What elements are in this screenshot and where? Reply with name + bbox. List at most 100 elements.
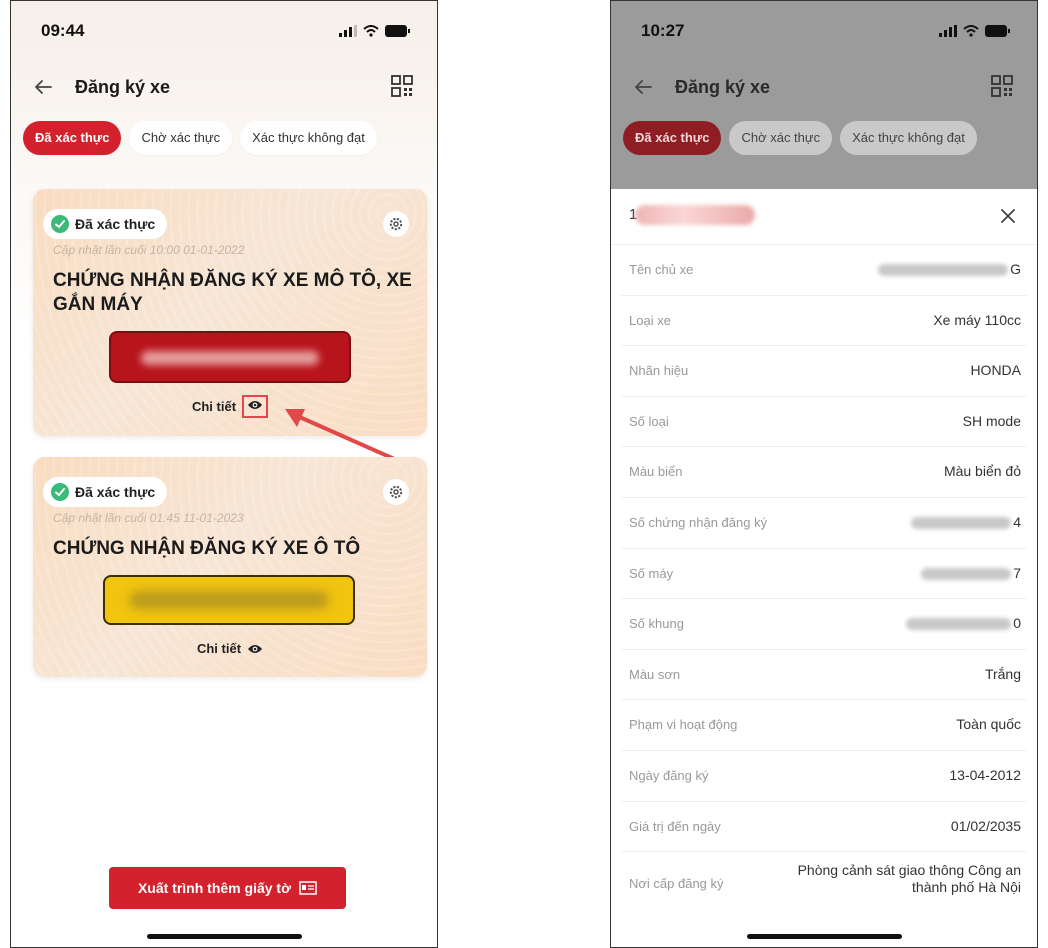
page-title: Đăng ký xe — [75, 77, 171, 97]
row-value: 7 — [921, 565, 1021, 581]
status-bar: 10:27 — [611, 19, 1037, 45]
row-label: Số chứng nhận đăng ký — [629, 514, 768, 530]
car-registration-card[interactable]: Đã xác thực Cập nhật lần cuối 01:45 11-0… — [33, 457, 427, 677]
status-tabs: Đã xác thực Chờ xác thực Xác thực không … — [623, 121, 977, 155]
row-value-text: 4 — [1013, 513, 1021, 530]
eye-icon[interactable] — [247, 643, 263, 655]
detail-row-engine-no: Số máy 7 — [621, 549, 1027, 600]
app-bar: Đăng ký xe — [11, 71, 437, 107]
row-label: Số máy — [629, 565, 674, 581]
detail-row-vehicle-type: Loại xe Xe máy 110cc — [621, 296, 1027, 347]
row-value: 0 — [906, 615, 1021, 631]
license-plate-redacted — [109, 331, 351, 383]
detail-link[interactable]: Chi tiết — [33, 641, 427, 656]
qr-code-icon[interactable] — [391, 75, 413, 97]
settings-gear-icon[interactable] — [383, 479, 409, 505]
check-circle-icon — [51, 215, 69, 233]
battery-icon — [385, 25, 410, 37]
row-label: Tên chủ xe — [629, 262, 694, 277]
tab-failed[interactable]: Xác thực không đạt — [240, 121, 377, 155]
status-time: 10:27 — [641, 21, 685, 40]
tab-failed[interactable]: Xác thực không đạt — [840, 121, 977, 155]
tab-verified[interactable]: Đã xác thực — [23, 121, 122, 155]
detail-eye-highlight — [242, 395, 269, 418]
detail-row-chassis-no: Số khung 0 — [621, 599, 1027, 650]
page-title: Đăng ký xe — [675, 77, 771, 97]
row-value-text: 7 — [1013, 564, 1021, 581]
row-value-text: 0 — [1013, 615, 1021, 632]
detail-row-issuing-authority: Nơi cấp đăng ký Phòng cảnh sát giao thông… — [621, 852, 1027, 914]
close-icon[interactable] — [999, 207, 1017, 225]
row-label: Ngày đăng ký — [629, 767, 709, 783]
detail-bottom-sheet: 1 Tên chủ xe G Loại xe Xe máy 110cc Nhãn h… — [611, 189, 1037, 947]
card-title: CHỨNG NHẬN ĐĂNG KÝ XE Ô TÔ — [53, 538, 361, 559]
row-label: Màu biển — [629, 464, 683, 480]
export-label: Xuất trình thêm giấy tờ — [137, 880, 292, 896]
row-label: Số loại — [629, 413, 669, 429]
detail-row-owner: Tên chủ xe G — [621, 245, 1027, 296]
last-updated-text: Cập nhật lần cuối 01:45 11-01-2023 — [53, 511, 244, 525]
row-label: Nơi cấp đăng ký — [629, 876, 724, 892]
row-value: 01/02/2035 — [950, 817, 1021, 834]
verified-badge: Đã xác thực — [43, 477, 168, 507]
status-bar: 09:44 — [11, 19, 437, 45]
check-circle-icon — [51, 483, 69, 501]
sheet-header: 1 — [611, 189, 1037, 245]
row-value: HONDA — [970, 362, 1021, 379]
row-label: Số khung — [629, 616, 684, 632]
status-time: 09:44 — [41, 21, 85, 40]
qr-code-icon[interactable] — [991, 75, 1013, 97]
tab-pending[interactable]: Chờ xác thực — [729, 121, 833, 155]
tab-pending[interactable]: Chờ xác thực — [129, 121, 233, 155]
status-icons — [339, 25, 411, 37]
row-value: Trắng — [984, 665, 1021, 682]
card-title: CHỨNG NHẬN ĐĂNG KÝ XE MÔ TÔ, XE GẮN MÁY — [53, 270, 412, 315]
detail-row-scope: Phạm vi hoạt động Toàn quốc — [621, 700, 1027, 751]
home-indicator — [747, 934, 902, 939]
signal-icon — [939, 25, 957, 37]
detail-row-plate-color: Màu biển Màu biển đỏ — [621, 447, 1027, 498]
id-card-icon — [299, 881, 317, 895]
badge-label: Đã xác thực — [75, 484, 156, 500]
row-value: Toàn quốc — [956, 716, 1021, 733]
export-documents-button[interactable]: Xuất trình thêm giấy tờ — [109, 867, 346, 909]
row-value: SH mode — [962, 412, 1021, 429]
settings-gear-icon[interactable] — [383, 211, 409, 237]
row-label: Phạm vi hoạt động — [629, 717, 738, 733]
verified-badge: Đã xác thực — [43, 209, 168, 239]
detail-list: Tên chủ xe G Loại xe Xe máy 110cc Nhãn hiệ… — [611, 245, 1037, 914]
detail-label: Chi tiết — [191, 399, 237, 414]
detail-row-certificate-no: Số chứng nhận đăng ký 4 — [621, 498, 1027, 549]
row-value: G — [878, 261, 1021, 277]
detail-row-registration-date: Ngày đăng ký 13-04-2012 — [621, 751, 1027, 802]
wifi-icon — [963, 25, 979, 37]
row-value: Màu biển đỏ — [943, 463, 1021, 480]
detail-row-model: Số loại SH mode — [621, 397, 1027, 448]
left-phone-screen: 09:44 Đăng ký xe Đã xác thực Chờ xác thự… — [10, 0, 438, 948]
battery-icon — [985, 25, 1010, 37]
row-value: 13-04-2012 — [949, 766, 1021, 783]
row-value: Xe máy 110cc — [933, 311, 1021, 328]
row-label: Loại xe — [629, 312, 671, 328]
back-arrow-icon[interactable] — [631, 75, 655, 99]
tab-verified[interactable]: Đã xác thực — [623, 121, 722, 155]
row-value: Phòng cảnh sát giao thông Công an thành … — [797, 862, 1021, 896]
back-arrow-icon[interactable] — [31, 75, 55, 99]
row-value-text: G — [1010, 261, 1021, 277]
detail-label: Chi tiết — [196, 641, 242, 656]
row-label: Màu sơn — [629, 666, 681, 682]
detail-row-paint-color: Màu sơn Trắng — [621, 650, 1027, 701]
row-label: Giá trị đến ngày — [629, 818, 721, 834]
signal-icon — [339, 25, 357, 37]
status-tabs: Đã xác thực Chờ xác thực Xác thực không … — [23, 121, 377, 155]
detail-row-brand: Nhãn hiệu HONDA — [621, 346, 1027, 397]
home-indicator — [147, 934, 302, 939]
row-label: Nhãn hiệu — [629, 363, 689, 379]
license-plate-redacted — [103, 575, 355, 625]
eye-icon[interactable] — [247, 399, 263, 411]
plate-number-redacted — [635, 205, 755, 225]
detail-row-valid-until: Giá trị đến ngày 01/02/2035 — [621, 802, 1027, 853]
app-bar: Đăng ký xe — [611, 71, 1037, 107]
wifi-icon — [363, 25, 379, 37]
badge-label: Đã xác thực — [75, 216, 156, 232]
